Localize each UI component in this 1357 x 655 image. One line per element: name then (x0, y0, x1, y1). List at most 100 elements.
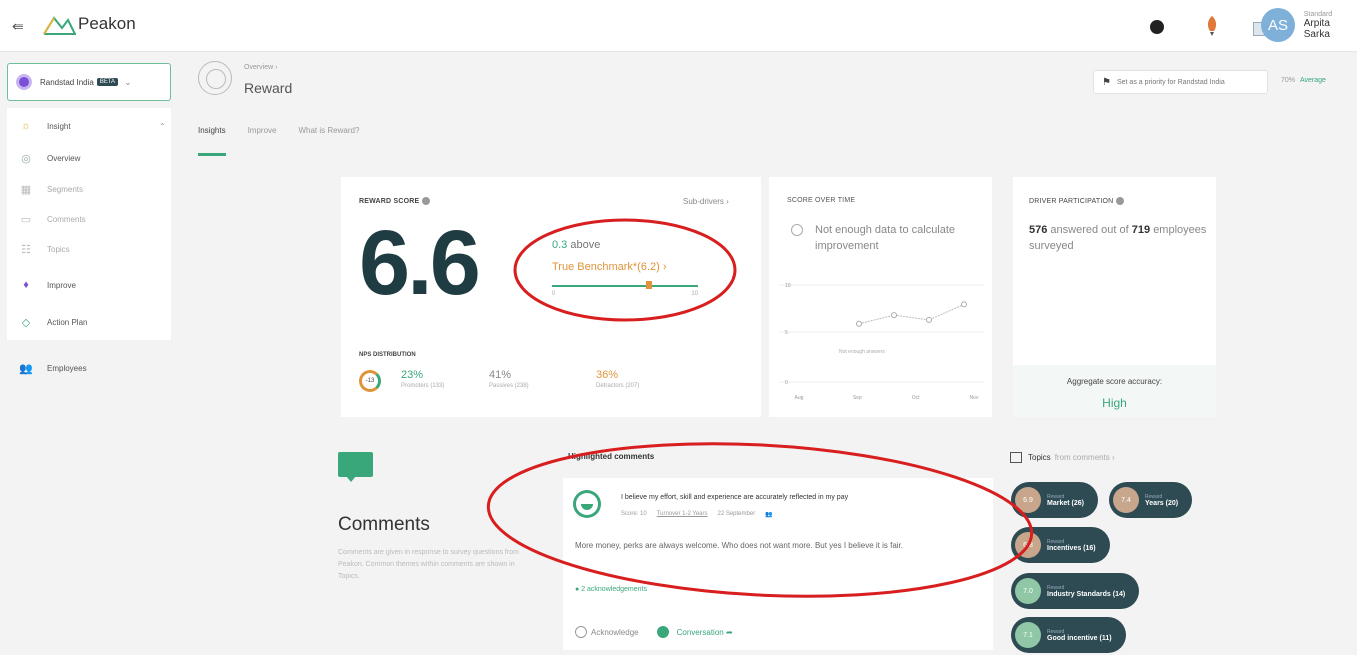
topic-name: Industry Standards (14) (1047, 590, 1126, 598)
beta-badge: BETA (96, 78, 119, 86)
flag-icon: ⚑ (1102, 76, 1111, 88)
tab-insights[interactable]: Insights (198, 126, 226, 156)
topics-header[interactable]: Topics from comments › (1010, 452, 1115, 463)
sidebar-item-action-plan[interactable]: ◇ Action Plan (19, 312, 88, 332)
total-count: 719 (1131, 224, 1151, 236)
sidebar-item-label: Segments (47, 184, 84, 194)
comment-text: More money, perks are always welcome. Wh… (575, 541, 903, 550)
sidebar-item-topics[interactable]: ☷ Topics (19, 239, 70, 259)
topic-score: 7.4 (1113, 487, 1139, 513)
rocket-icon[interactable] (1203, 15, 1221, 37)
data-point (856, 320, 862, 327)
average-label: Average (1300, 77, 1326, 84)
sidebar: Randstad India BETA ⌄ ☼ Insight ⌃ ◎ Over… (0, 52, 180, 655)
data-point (891, 312, 897, 319)
avatar-initials: AS (1261, 8, 1295, 42)
sidebar-item-label: Overview (47, 153, 81, 163)
answered-text: answered out of (1050, 224, 1129, 236)
detractors-pct: 36% (596, 369, 619, 381)
topic-pill[interactable]: 6.9 Reward Market (26) (1011, 482, 1098, 518)
driver-participation-title: DRIVER PARTICIPATION (1029, 197, 1125, 205)
page-title: Reward (244, 80, 293, 96)
info-icon[interactable] (1116, 197, 1125, 205)
sidebar-item-label: Employees (47, 364, 87, 373)
acknowledgements-text: 2 acknowledgements (581, 586, 647, 593)
grid-icon: ▦ (20, 183, 32, 196)
topic-pill[interactable]: 7.4 Reward Years (20) (1109, 482, 1193, 518)
benchmark-marker (646, 281, 652, 289)
set-priority-button[interactable]: ⚑ Set as a priority for Randstad India (1093, 70, 1268, 94)
sidebar-item-label: Comments (47, 214, 86, 224)
check-circle-icon (575, 626, 587, 638)
tab-improve[interactable]: Improve (248, 126, 277, 156)
topic-score: 7.1 (1015, 622, 1041, 648)
conversation-button[interactable]: Conversation ➦ (677, 628, 733, 637)
user-profile[interactable]: AS Standard Arpita Sarka (1253, 8, 1357, 42)
smiley-icon (573, 490, 601, 518)
topic-pill[interactable]: 7.0 Reward Industry Standards (14) (1011, 573, 1140, 609)
nps-ring: -13 (359, 370, 381, 392)
reward-score-card: REWARD SCORE Sub-drivers › 6.6 0.3 above… (341, 177, 761, 417)
scale-min: 0 (552, 291, 556, 297)
comment-meta: Score: 10 Turnover 1-2 Years 22 Septembe… (621, 511, 783, 518)
answered-count: 576 (1029, 224, 1048, 236)
comment-question: I believe my effort, skill and experienc… (621, 494, 849, 501)
sidebar-item-label: Topics (47, 244, 70, 254)
score-over-time-card: SCORE OVER TIME Not enough data to calcu… (769, 177, 992, 417)
data-point (961, 301, 967, 308)
sidebar-item-employees[interactable]: 👥 Employees (19, 362, 87, 375)
y-tick: 0 (785, 380, 788, 386)
benchmark-scale: 0 10 (552, 291, 698, 297)
breadcrumb[interactable]: Overview › (244, 64, 277, 71)
comment-card: I believe my effort, skill and experienc… (563, 478, 993, 650)
reward-driver-icon (198, 61, 232, 95)
reward-score-value: 6.6 (359, 212, 481, 314)
x-tick: Oct (912, 395, 920, 401)
comment-segment-link[interactable]: Turnover 1-2 Years (657, 511, 708, 518)
sidebar-item-comments[interactable]: ▭ Comments (19, 209, 86, 229)
series-line (858, 303, 965, 325)
acknowledgements: ● 2 acknowledgements (575, 586, 647, 593)
passives-pct: 41% (489, 369, 512, 381)
user-role: Standard (1303, 10, 1333, 18)
nps-title: NPS DISTRIBUTION (359, 352, 416, 358)
collapse-menu-icon[interactable]: ⇚ (12, 18, 24, 35)
comment-bubble-icon (338, 452, 373, 482)
passives-label: Passives (238) (489, 383, 529, 389)
help-icon[interactable] (1150, 20, 1164, 34)
topics-title: Topics (1028, 453, 1051, 462)
y-tick: 10 (785, 283, 791, 289)
sidebar-item-insight[interactable]: ☼ Insight (19, 116, 71, 136)
comments-title: Comments (338, 514, 430, 535)
sidebar-item-improve[interactable]: ♦ Improve (19, 275, 76, 295)
topic-name: Incentives (16) (1047, 544, 1096, 552)
nps-detractors: 36% Detractors (207) (596, 369, 639, 389)
promoters-label: Promoters (133) (401, 383, 445, 389)
conversation-icon (656, 626, 669, 638)
topic-pill[interactable]: 7.1 Reward Good incentive (11) (1011, 617, 1126, 653)
driver-participation-card: DRIVER PARTICIPATION 576 answered out of… (1013, 177, 1216, 417)
logo[interactable]: Peakon (42, 12, 136, 36)
topic-name: Good incentive (11) (1047, 634, 1112, 642)
company-selector[interactable]: Randstad India BETA ⌄ (7, 63, 171, 101)
topic-pill[interactable]: 6.8 Reward Incentives (16) (1011, 527, 1110, 563)
comment-score: Score: 10 (621, 511, 647, 517)
tab-what-is-reward[interactable]: What is Reward? (298, 126, 359, 156)
info-icon[interactable] (422, 197, 431, 205)
people-icon: 👥 (765, 512, 773, 518)
chart-note: Not enough answers (839, 349, 885, 355)
acknowledge-button[interactable]: Acknowledge (591, 628, 639, 637)
peakon-logo-icon (43, 16, 76, 35)
nps-promoters: 23% Promoters (133) (401, 369, 444, 389)
chevron-down-icon: ⌄ (124, 76, 132, 87)
score-over-time-chart: 10 5 0 Not enough answers Aug Sep Oct Nov (779, 283, 984, 401)
sidebar-item-segments[interactable]: ▦ Segments (19, 179, 83, 199)
chevron-up-icon[interactable]: ⌃ (159, 122, 166, 131)
sub-drivers-link[interactable]: Sub-drivers › (683, 197, 729, 206)
average-percent: 70% (1281, 77, 1296, 84)
true-benchmark-link[interactable]: True Benchmark*(6.2) › (552, 261, 667, 273)
sidebar-item-overview[interactable]: ◎ Overview (19, 148, 80, 168)
x-tick: Sep (853, 395, 862, 401)
action-plan-icon: ◇ (21, 316, 31, 329)
company-name: Randstad India (40, 77, 94, 87)
